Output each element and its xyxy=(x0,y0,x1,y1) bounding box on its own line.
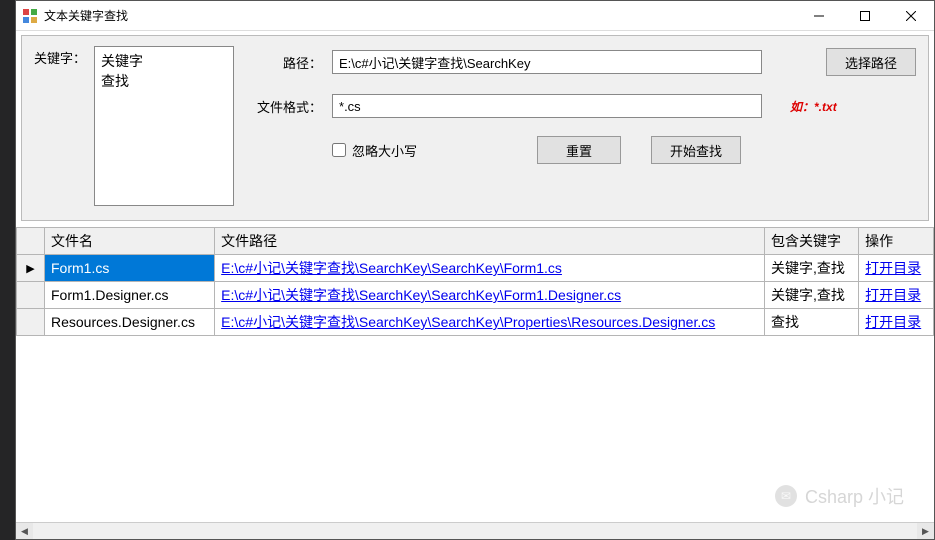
keyword-label: 关键字： xyxy=(34,46,86,206)
filepath-link[interactable]: E:\c#小记\关键字查找\SearchKey\SearchKey\Form1.… xyxy=(221,260,562,276)
cell-filename[interactable]: Form1.cs xyxy=(45,255,215,282)
table-row[interactable]: Resources.Designer.cs E:\c#小记\关键字查找\Searc… xyxy=(17,309,934,336)
cell-keywords[interactable]: 查找 xyxy=(764,309,858,336)
row-header[interactable] xyxy=(17,282,45,309)
cell-keywords[interactable]: 关键字,查找 xyxy=(764,282,858,309)
keyword-input[interactable]: 关键字 查找 xyxy=(94,46,234,206)
open-folder-link[interactable]: 打开目录 xyxy=(865,314,921,330)
reset-button[interactable]: 重置 xyxy=(537,136,621,164)
maximize-button[interactable] xyxy=(842,1,888,31)
cell-keywords[interactable]: 关键字,查找 xyxy=(764,255,858,282)
cell-filename[interactable]: Form1.Designer.cs xyxy=(45,282,215,309)
choose-path-button[interactable]: 选择路径 xyxy=(826,48,916,76)
ignore-case-checkbox-wrap[interactable]: 忽略大小写 xyxy=(332,141,417,160)
row-header[interactable] xyxy=(17,309,45,336)
minimize-button[interactable] xyxy=(796,1,842,31)
scroll-track[interactable] xyxy=(33,523,917,540)
ignore-case-label: 忽略大小写 xyxy=(352,141,417,160)
keyword-section: 关键字： 关键字 查找 xyxy=(34,46,234,206)
app-icon xyxy=(22,8,38,24)
open-folder-link[interactable]: 打开目录 xyxy=(865,260,921,276)
grid-corner xyxy=(17,228,45,255)
scroll-left-arrow[interactable]: ◀ xyxy=(16,523,33,540)
titlebar: 文本关键字查找 xyxy=(16,1,934,31)
grid-header-row: 文件名 文件路径 包含关键字 操作 xyxy=(17,228,934,255)
cell-filepath[interactable]: E:\c#小记\关键字查找\SearchKey\SearchKey\Form1.… xyxy=(215,282,765,309)
cell-action[interactable]: 打开目录 xyxy=(859,255,934,282)
search-form-panel: 关键字： 关键字 查找 路径： 选择路径 文件格式： 如：*.txt 忽略大小写 xyxy=(21,35,929,221)
format-label: 文件格式： xyxy=(248,97,322,116)
table-row[interactable]: Form1.Designer.cs E:\c#小记\关键字查找\SearchKey… xyxy=(17,282,934,309)
col-keywords[interactable]: 包含关键字 xyxy=(764,228,858,255)
search-button[interactable]: 开始查找 xyxy=(651,136,741,164)
close-button[interactable] xyxy=(888,1,934,31)
open-folder-link[interactable]: 打开目录 xyxy=(865,287,921,303)
path-label: 路径： xyxy=(248,53,322,72)
results-grid: 文件名 文件路径 包含关键字 操作 ▶Form1.csE:\c#小记\关键字查找… xyxy=(16,227,934,539)
cell-filename[interactable]: Resources.Designer.cs xyxy=(45,309,215,336)
filepath-link[interactable]: E:\c#小记\关键字查找\SearchKey\SearchKey\Proper… xyxy=(221,314,715,330)
editor-gutter xyxy=(0,0,15,540)
path-input[interactable] xyxy=(332,50,762,74)
scroll-right-arrow[interactable]: ▶ xyxy=(917,523,934,540)
cell-filepath[interactable]: E:\c#小记\关键字查找\SearchKey\SearchKey\Form1.… xyxy=(215,255,765,282)
window-title: 文本关键字查找 xyxy=(44,7,128,24)
format-input[interactable] xyxy=(332,94,762,118)
ignore-case-checkbox[interactable] xyxy=(332,143,346,157)
cell-filepath[interactable]: E:\c#小记\关键字查找\SearchKey\SearchKey\Proper… xyxy=(215,309,765,336)
filepath-link[interactable]: E:\c#小记\关键字查找\SearchKey\SearchKey\Form1.… xyxy=(221,287,621,303)
app-window: 文本关键字查找 关键字： 关键字 查找 路径： 选择路径 文件格式： xyxy=(15,0,935,540)
format-hint: 如：*.txt xyxy=(790,98,837,115)
cell-action[interactable]: 打开目录 xyxy=(859,309,934,336)
table-row[interactable]: ▶Form1.cs E:\c#小记\关键字查找\SearchKey\SearchK… xyxy=(17,255,934,282)
col-action[interactable]: 操作 xyxy=(859,228,934,255)
col-filepath[interactable]: 文件路径 xyxy=(215,228,765,255)
horizontal-scrollbar[interactable]: ◀ ▶ xyxy=(16,522,934,539)
col-filename[interactable]: 文件名 xyxy=(45,228,215,255)
grid-empty-area xyxy=(16,336,934,522)
cell-action[interactable]: 打开目录 xyxy=(859,282,934,309)
row-header[interactable]: ▶ xyxy=(17,255,45,282)
